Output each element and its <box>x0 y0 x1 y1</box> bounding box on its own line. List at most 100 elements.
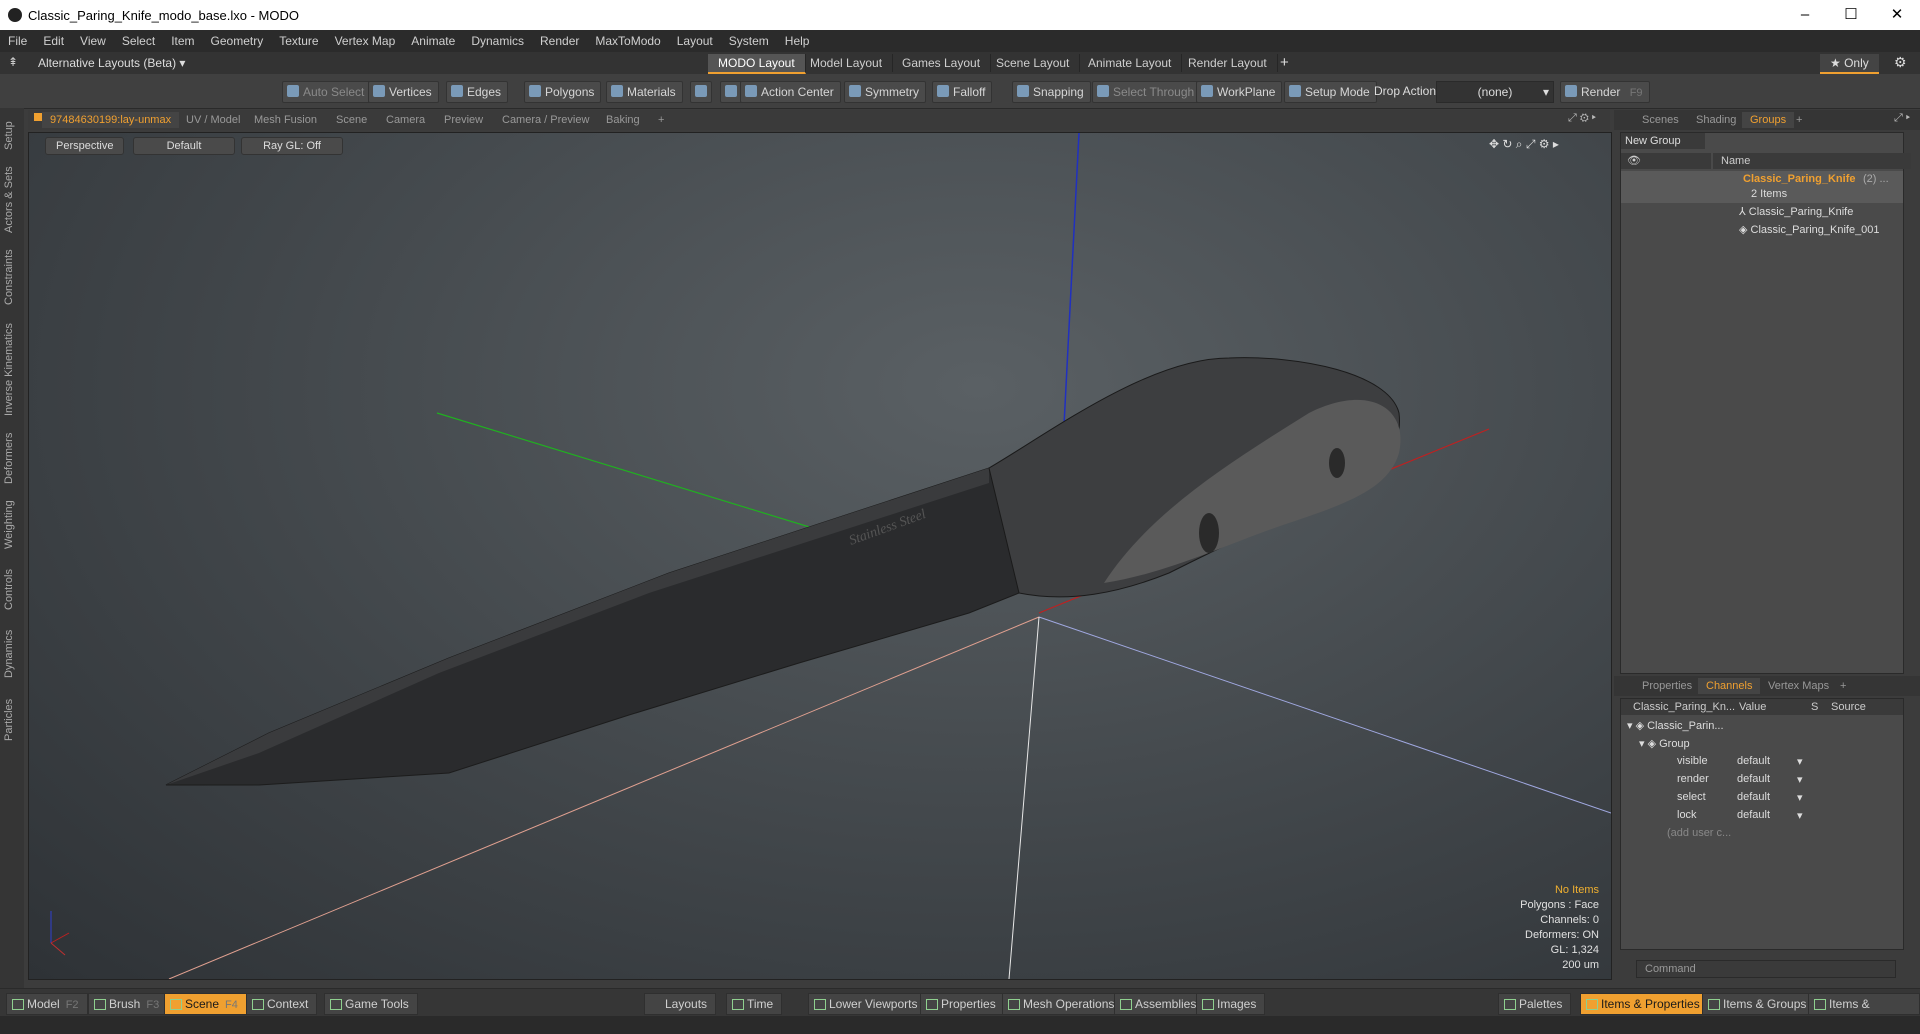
tab-preview[interactable]: Preview <box>436 112 491 128</box>
collapse-icon[interactable]: ⇞ <box>8 55 18 69</box>
tab-camera-preview[interactable]: Camera / Preview <box>494 112 597 128</box>
vtab-weighting[interactable]: Weighting <box>3 494 21 556</box>
game-tools-button[interactable]: Game Tools <box>324 993 418 1015</box>
menu-select[interactable]: Select <box>114 30 163 52</box>
chevron-down-icon[interactable]: ▾ <box>1797 791 1803 804</box>
maximize-button[interactable]: ☐ <box>1828 0 1874 30</box>
auto-select-button[interactable]: Auto Select <box>282 81 372 103</box>
command-input[interactable]: Command <box>1636 960 1896 978</box>
add-right-tab[interactable]: + <box>1788 112 1810 128</box>
vtab-actors-sets[interactable]: Actors & Sets <box>3 164 21 236</box>
falloff-button[interactable]: Falloff <box>932 81 993 103</box>
add-user-channel[interactable]: (add user c... <box>1667 827 1731 839</box>
items-properties-button[interactable]: Items & Properties <box>1580 993 1709 1015</box>
channel-root[interactable]: ▾ ◈ Classic_Parin... <box>1627 719 1724 732</box>
tab-scene[interactable]: Scene <box>328 112 375 128</box>
workplane-button[interactable]: WorkPlane <box>1196 81 1283 103</box>
menu-animate[interactable]: Animate <box>403 30 463 52</box>
materials-button[interactable]: Materials <box>606 81 683 103</box>
tab-scenes[interactable]: Scenes <box>1634 112 1687 128</box>
tab-mesh-fusion[interactable]: Mesh Fusion <box>246 112 325 128</box>
maximize-viewport-icon[interactable]: ⤢ ⚙ ▸ <box>1568 112 1596 125</box>
minimize-button[interactable]: – <box>1782 0 1828 30</box>
vtab-setup[interactable]: Setup <box>3 116 21 156</box>
tab-baking[interactable]: Baking <box>598 112 648 128</box>
time-button[interactable]: Time <box>726 993 783 1015</box>
snapping-button[interactable]: Snapping <box>1012 81 1091 103</box>
add-layout-button[interactable]: + <box>1280 54 1289 71</box>
properties-button[interactable]: Properties <box>920 993 1005 1015</box>
tab-animate-layout[interactable]: Animate Layout <box>1078 54 1183 72</box>
menu-file[interactable]: File <box>0 30 35 52</box>
channel-group[interactable]: ▾ ◈ Group <box>1639 737 1690 750</box>
new-group-button[interactable]: New Group <box>1621 133 1705 149</box>
tab-games-layout[interactable]: Games Layout <box>892 54 992 72</box>
edges-button[interactable]: Edges <box>446 81 509 103</box>
layouts-button[interactable]: Layouts <box>644 993 717 1015</box>
chevron-down-icon[interactable]: ▾ <box>1797 755 1803 768</box>
lower-viewports-button[interactable]: Lower Viewports <box>808 993 927 1015</box>
tab-properties[interactable]: Properties <box>1634 678 1700 694</box>
tab-modo-layout[interactable]: MODO Layout <box>708 54 806 74</box>
menu-layout[interactable]: Layout <box>669 30 721 52</box>
channel-lock-value[interactable]: default <box>1737 809 1770 821</box>
tree-item-knife-001[interactable]: ◈ Classic_Paring_Knife_001 <box>1739 223 1880 236</box>
menu-render[interactable]: Render <box>532 30 587 52</box>
menu-vertex-map[interactable]: Vertex Map <box>327 30 404 52</box>
tab-uv-model[interactable]: UV / Model <box>178 112 248 128</box>
close-button[interactable]: ✕ <box>1874 0 1920 30</box>
vtab-constraints[interactable]: Constraints <box>3 244 21 310</box>
brush-button[interactable]: Brush F3 <box>88 993 169 1015</box>
select-through-button[interactable]: Select Through <box>1092 81 1202 103</box>
scene-button[interactable]: Scene F4 <box>164 993 247 1015</box>
menu-view[interactable]: View <box>72 30 114 52</box>
only-toggle[interactable]: ★ Only <box>1820 54 1879 74</box>
tab-groups[interactable]: Groups <box>1742 112 1795 128</box>
menu-system[interactable]: System <box>721 30 777 52</box>
action-center-button[interactable]: Action Center <box>740 81 841 103</box>
tab-lay-unmax[interactable]: 97484630199:lay-unmax <box>42 112 180 128</box>
mesh-operations-button[interactable]: Mesh Operations <box>1002 993 1124 1015</box>
menu-geometry[interactable]: Geometry <box>203 30 272 52</box>
images-button[interactable]: Images <box>1196 993 1266 1015</box>
gear-icon[interactable]: ⚙ <box>1894 54 1907 71</box>
drop-action-select[interactable]: (none) ▾ <box>1436 81 1554 103</box>
render-button[interactable]: Render F9 <box>1560 81 1650 103</box>
menu-maxtomodo[interactable]: MaxToModo <box>587 30 668 52</box>
expand-panel-icon[interactable]: ⤢ ▸ <box>1894 112 1910 125</box>
palettes-button[interactable]: Palettes <box>1498 993 1572 1015</box>
vtab-inverse-kinematics[interactable]: Inverse Kinematics <box>3 318 21 422</box>
context-button[interactable]: Context <box>246 993 318 1015</box>
vertices-button[interactable]: Vertices <box>368 81 439 103</box>
setup-mode-button[interactable]: Setup Mode <box>1284 81 1377 103</box>
channel-render-value[interactable]: default <box>1737 773 1770 785</box>
tab-camera[interactable]: Camera <box>378 112 433 128</box>
vtab-dynamics[interactable]: Dynamics <box>3 624 21 684</box>
add-props-tab[interactable]: + <box>1832 678 1854 694</box>
tree-item-knife[interactable]: ⅄ Classic_Paring_Knife <box>1739 205 1853 218</box>
menu-item[interactable]: Item <box>163 30 202 52</box>
chevron-down-icon[interactable]: ▾ <box>1797 773 1803 786</box>
vtab-particles[interactable]: Particles <box>3 692 21 748</box>
polygons-button[interactable]: Polygons <box>524 81 602 103</box>
channel-select-value[interactable]: default <box>1737 791 1770 803</box>
alternative-layouts-dropdown[interactable]: Alternative Layouts (Beta) ▾ <box>38 56 185 70</box>
group-row[interactable]: Classic_Paring_Knife (2) ... 2 Items <box>1621 171 1903 203</box>
vtab-controls[interactable]: Controls <box>3 562 21 618</box>
tab-shading[interactable]: Shading <box>1688 112 1744 128</box>
items-shading-button[interactable]: Items & Shading <box>1808 993 1920 1031</box>
tab-channels[interactable]: Channels <box>1698 678 1761 694</box>
menu-help[interactable]: Help <box>777 30 818 52</box>
vtab-deformers[interactable]: Deformers <box>3 428 21 488</box>
tab-scene-layout[interactable]: Scene Layout <box>986 54 1081 72</box>
chevron-down-icon[interactable]: ▾ <box>1797 809 1803 822</box>
viewport-menu-icon[interactable] <box>34 113 42 121</box>
tab-render-layout[interactable]: Render Layout <box>1178 54 1278 72</box>
tab-vertex-maps[interactable]: Vertex Maps <box>1760 678 1837 694</box>
tab-model-layout[interactable]: Model Layout <box>800 54 894 72</box>
channel-visible-value[interactable]: default <box>1737 755 1770 767</box>
assemblies-button[interactable]: Assemblies <box>1114 993 1206 1015</box>
3d-viewport[interactable]: Perspective Default Ray GL: Off ✥ ↻ ⌕ ⤢ … <box>28 132 1612 980</box>
select-mode-icon-button[interactable] <box>690 81 712 103</box>
menu-texture[interactable]: Texture <box>271 30 326 52</box>
